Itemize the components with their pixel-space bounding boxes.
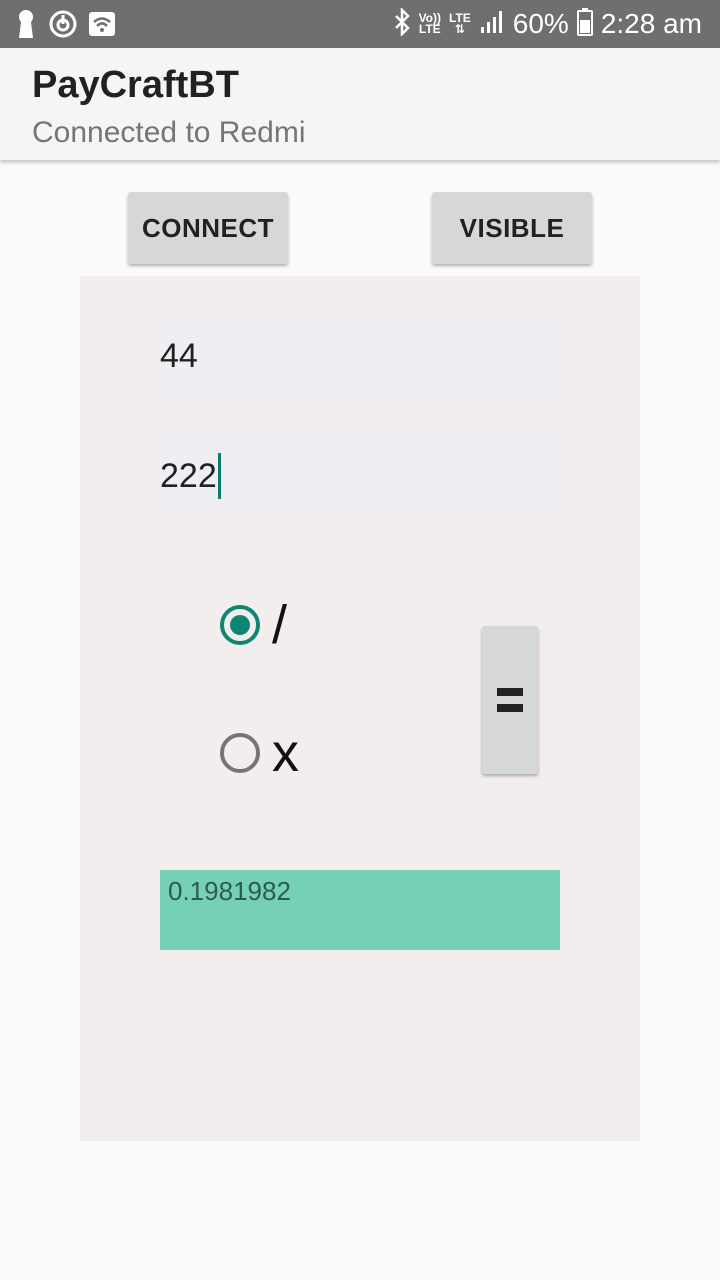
battery-percent: 60% <box>512 8 569 39</box>
volte-icon: Vo)) LTE <box>418 11 441 36</box>
battery-icon <box>576 7 593 41</box>
wifi-icon <box>88 11 116 42</box>
status-bar: Vo)) LTE LTE ⇅ 60% 2:28 am <box>0 0 720 48</box>
equals-button[interactable] <box>482 626 538 774</box>
radio-unchecked-icon[interactable] <box>220 733 260 773</box>
equals-icon <box>497 688 523 712</box>
app-title: PayCraftBT <box>32 64 239 106</box>
lte-icon: LTE ⇅ <box>449 11 471 36</box>
second-number-value: 222 <box>160 456 217 495</box>
power-timer-icon <box>48 9 78 44</box>
text-cursor <box>217 453 221 499</box>
status-bar-left <box>14 8 116 45</box>
radio-checked-icon[interactable] <box>220 605 260 645</box>
connection-status: Connected to Redmi <box>32 116 306 149</box>
radio-multiply-label: x <box>272 723 299 783</box>
first-number-input[interactable]: 44 <box>160 316 560 396</box>
keyhole-icon <box>14 8 38 45</box>
result-value: 0.1981982 <box>168 876 291 906</box>
first-number-value: 44 <box>160 336 198 375</box>
radio-divide[interactable]: / <box>220 598 287 652</box>
clock: 2:28 am <box>600 8 702 39</box>
status-bar-right: Vo)) LTE LTE ⇅ 60% 2:28 am <box>393 6 702 42</box>
second-number-input[interactable]: 222 <box>160 436 560 516</box>
visible-button[interactable]: VISIBLE <box>432 192 592 264</box>
calculator-panel: 44 222 / x 0.1981982 <box>80 276 640 1141</box>
bluetooth-icon <box>393 6 411 41</box>
lte-arrows: ⇅ <box>454 22 465 36</box>
radio-multiply[interactable]: x <box>220 726 299 780</box>
app-bar: PayCraftBT Connected to Redmi <box>0 48 720 160</box>
signal-icon <box>479 9 505 40</box>
radio-divide-label: / <box>272 595 288 655</box>
connect-button[interactable]: CONNECT <box>128 192 288 264</box>
result-display: 0.1981982 <box>160 870 560 950</box>
